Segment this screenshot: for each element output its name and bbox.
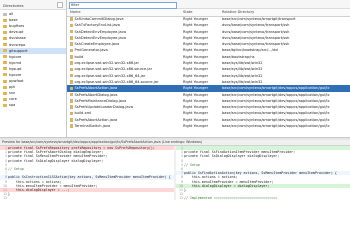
- file-name: TerminalSwitch.java: [74, 124, 111, 129]
- folder-icon: [3, 67, 7, 71]
- file-icon: [70, 86, 73, 91]
- file-icon: [70, 105, 73, 109]
- file-icon: [70, 23, 73, 28]
- directory-label: hgcore: [9, 54, 22, 59]
- diff-line: 13: [0, 196, 174, 200]
- folder-icon: [3, 12, 7, 16]
- directory-label: ppt: [9, 85, 15, 90]
- folder-icon: [3, 97, 7, 101]
- directory-label: ppwfoot: [9, 79, 24, 84]
- file-icon: [70, 17, 73, 21]
- filter-bar: filter: [67, 0, 350, 9]
- folder-icon: [3, 55, 7, 59]
- file-icon: [70, 111, 73, 116]
- directory-label: dvcsrepo: [9, 42, 26, 47]
- file-icon: [70, 92, 73, 97]
- directory-label: all: [9, 12, 14, 17]
- directory-label: dvcsbase: [9, 36, 26, 41]
- file-name: SshDetectEnvEmployee.java: [74, 35, 127, 40]
- folder-icon: [3, 85, 7, 89]
- column-header-name[interactable]: Name: [70, 9, 81, 16]
- file-icon: [70, 73, 73, 78]
- file-name: org.eclipse.swt.win32.win32.x86_64.sourc…: [74, 79, 159, 84]
- files-table-body: SsfUndoCommitDialog.java Right Younger bas…: [67, 16, 350, 129]
- file-state: Right Younger: [183, 124, 209, 129]
- directory-label: base: [9, 18, 18, 23]
- folder-icon: [3, 79, 7, 83]
- file-icon: [70, 124, 73, 128]
- file-name: PmiGenerator.java: [74, 48, 108, 53]
- diff-line: 13// Implemented =======================…: [176, 196, 350, 200]
- code-text: // Implemented =========================…: [184, 196, 278, 200]
- directory-label: bugfixes: [9, 24, 25, 29]
- directory-label: spa: [9, 103, 16, 108]
- file-name: build: [74, 54, 84, 59]
- file-name: SshCreateEmployee.java: [74, 42, 120, 47]
- directory-label: hgcmd: [9, 60, 22, 65]
- file-name: SsPrefsAbortDialog.java: [74, 92, 118, 97]
- diff-left-pane[interactable]: 1 private final SsPrefsRepository prefsRe…: [0, 146, 175, 200]
- folder-icon: [3, 61, 7, 65]
- directory-label: core: [9, 97, 17, 102]
- file-icon: [70, 29, 73, 34]
- directories-panel: Directories all base bugfixes devsupt dvcsba…: [0, 0, 67, 137]
- file-icon: [70, 67, 73, 72]
- file-name: SsPrefsUpdateLoaderDialog.java: [74, 105, 133, 110]
- file-icon: [70, 61, 73, 65]
- folder-icon: [3, 36, 7, 40]
- directories-title: Directories: [3, 2, 24, 8]
- file-icon: [70, 80, 73, 84]
- file-icon: [70, 48, 73, 53]
- directory-label: hgsupt: [9, 66, 22, 71]
- files-panel: filter Name State Relative Directory Ssf…: [67, 0, 350, 137]
- line-number: 13: [3, 196, 7, 200]
- file-name-cell: TerminalSwitch.java: [70, 123, 110, 129]
- file-name: SsfUndoCommitDialog.java: [74, 17, 124, 21]
- file-name: SshDetectEnvEmployee.java: [74, 29, 127, 34]
- folder-icon: [3, 24, 7, 28]
- file-icon: [70, 42, 73, 46]
- file-row[interactable]: TerminalSwitch.java Right Younger base/src…: [67, 123, 350, 129]
- file-name: SsPrefsAbortAction.java: [74, 117, 118, 122]
- column-header-relative-directory[interactable]: Relative Directory: [222, 9, 254, 16]
- file-name: org.eclipse.swt.win32.win32.x86_64.jar: [74, 73, 146, 78]
- column-header-state[interactable]: State: [183, 9, 193, 16]
- folder-icon: [3, 30, 7, 34]
- line-number: 13: [179, 196, 183, 200]
- directory-label: gitsupport: [9, 48, 28, 53]
- file-icon: [70, 99, 73, 103]
- file-name: org.eclipse.swt.win32.win32.x86.source.j…: [74, 67, 153, 72]
- directories-list: all base bugfixes devsupt dvcsbase dvcsrepo gi…: [0, 10, 66, 109]
- file-name: SshTvFactoryEnvList.java: [74, 23, 121, 28]
- file-name: build.xml: [74, 111, 92, 116]
- folder-icon: [3, 18, 7, 22]
- file-icon: [70, 36, 73, 40]
- directories-menu-button[interactable]: [57, 2, 63, 8]
- directory-item[interactable]: spa: [0, 102, 66, 108]
- file-relative-directory: base/src/com/syntevo/smartgit/dev/appcs/…: [222, 124, 330, 129]
- folder-icon: [3, 43, 7, 47]
- directory-label: devsupt: [9, 30, 24, 35]
- folder-icon: [3, 73, 7, 77]
- file-name: SsPrefsAbortAction.java: [74, 86, 118, 91]
- file-icon: [70, 55, 73, 59]
- directory-label: svn: [9, 91, 16, 96]
- directories-header: Directories: [0, 0, 66, 10]
- folder-icon: [3, 103, 7, 107]
- file-icon: [70, 118, 73, 122]
- file-name: org.eclipse.swt.win32.win32.x86.jar: [74, 61, 139, 66]
- diff-right-pane[interactable]: 1 2 private final SsFindActionItemProvider…: [176, 146, 350, 200]
- filter-input[interactable]: filter: [69, 1, 177, 9]
- directory-label: hgcore: [9, 72, 22, 77]
- diff-preview: Preview for base/src/com/syntevo/smartgi…: [0, 140, 350, 200]
- file-name: SsPrefsMaintanceDialog.java: [74, 98, 127, 103]
- folder-icon: [3, 91, 7, 95]
- folder-icon: [3, 49, 7, 53]
